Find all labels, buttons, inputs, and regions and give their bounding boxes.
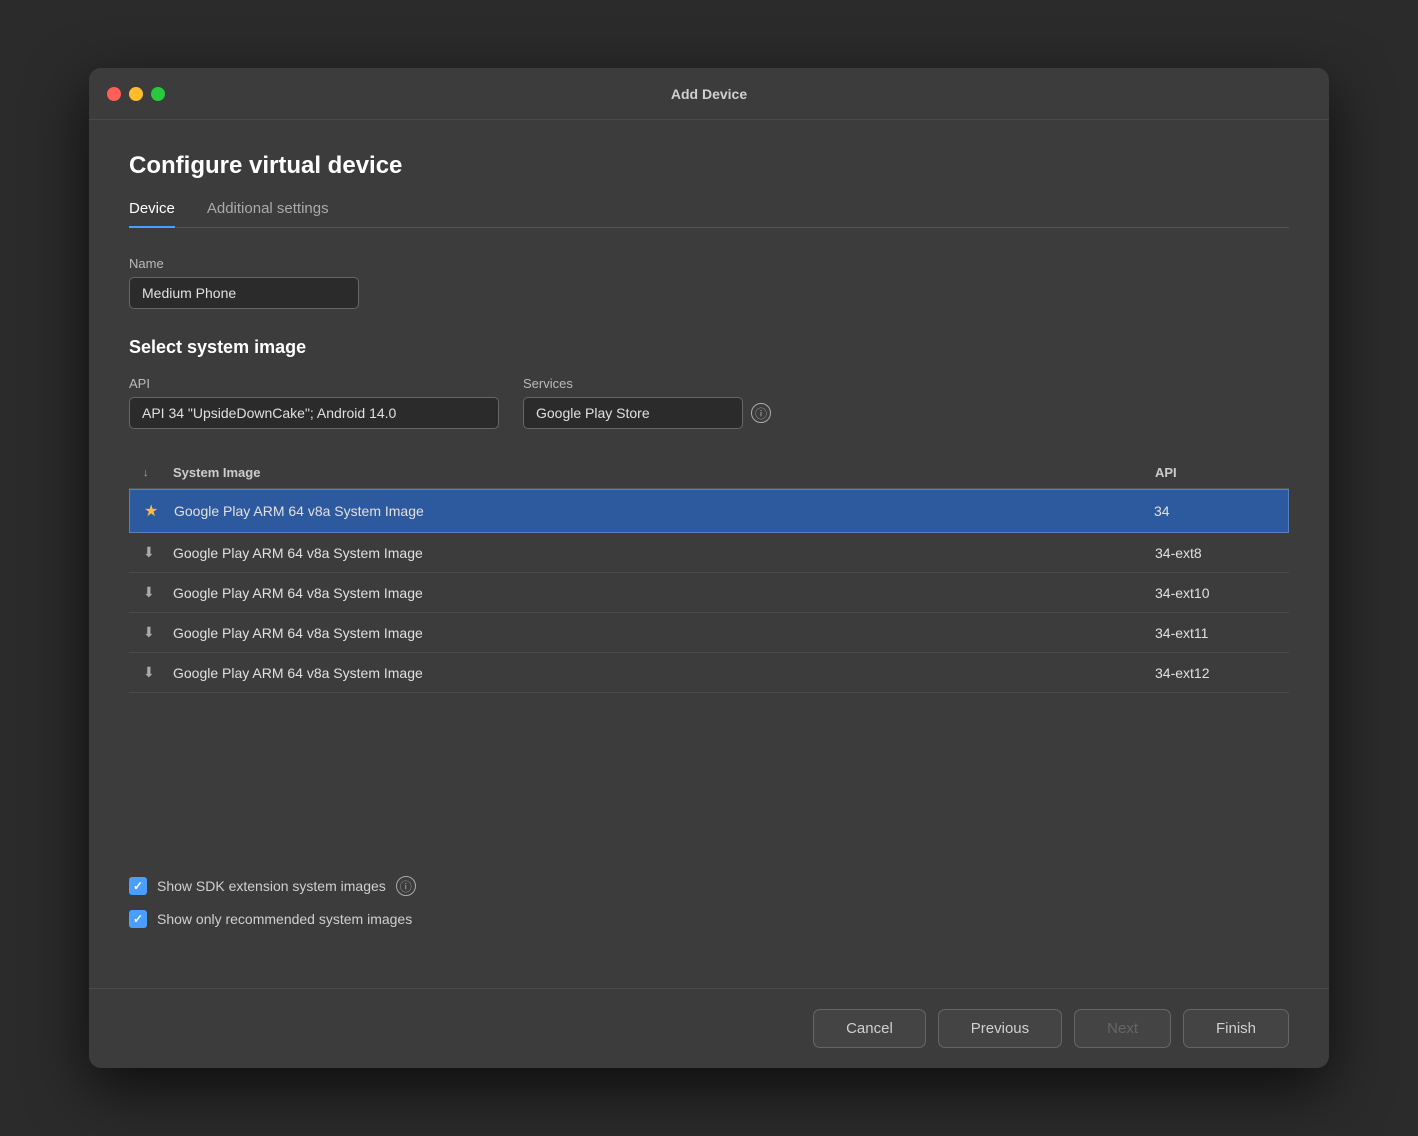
services-info-icon[interactable]: ⓘ (751, 403, 771, 423)
table-row[interactable]: ⬇ Google Play ARM 64 v8a System Image 34… (129, 533, 1289, 573)
row-api-value: 34-ext10 (1155, 585, 1275, 601)
api-select-wrapper: API 34 "UpsideDownCake"; Android 14.0 (129, 397, 499, 429)
row-system-image-name: Google Play ARM 64 v8a System Image (173, 625, 1155, 641)
recommended-only-label: Show only recommended system images (157, 911, 412, 927)
sort-column-header[interactable]: ↓ (143, 467, 173, 479)
row-api-value: 34-ext11 (1155, 625, 1275, 641)
cancel-button[interactable]: Cancel (813, 1009, 926, 1048)
table-header: ↓ System Image API (129, 457, 1289, 489)
checkboxes-container: Show SDK extension system images ⓘ Show … (129, 876, 1289, 928)
tab-additional-settings[interactable]: Additional settings (207, 200, 329, 227)
star-icon: ★ (144, 501, 174, 521)
tab-device[interactable]: Device (129, 200, 175, 227)
download-icon: ⬇ (143, 584, 173, 601)
main-content: Configure virtual device Device Addition… (89, 120, 1329, 988)
services-select-wrapper: Google Play Store ⓘ (523, 397, 771, 429)
maximize-button[interactable] (151, 87, 165, 101)
sdk-extensions-info-icon[interactable]: ⓘ (396, 876, 416, 896)
table-row[interactable]: ⬇ Google Play ARM 64 v8a System Image 34… (129, 573, 1289, 613)
download-icon: ⬇ (143, 624, 173, 641)
api-label: API (129, 376, 499, 391)
row-system-image-name: Google Play ARM 64 v8a System Image (173, 585, 1155, 601)
sdk-extensions-checkbox[interactable] (129, 877, 147, 895)
table-row[interactable]: ⬇ Google Play ARM 64 v8a System Image 34… (129, 613, 1289, 653)
row-system-image-name: Google Play ARM 64 v8a System Image (174, 503, 1154, 519)
row-api-value: 34-ext8 (1155, 545, 1275, 561)
api-selector-group: API API 34 "UpsideDownCake"; Android 14.… (129, 376, 499, 429)
sdk-extensions-label: Show SDK extension system images (157, 878, 386, 894)
recommended-only-checkbox-row: Show only recommended system images (129, 910, 1289, 928)
tabs-container: Device Additional settings (129, 200, 1289, 228)
table-row[interactable]: ⬇ Google Play ARM 64 v8a System Image 34… (129, 653, 1289, 693)
sdk-extensions-checkbox-row: Show SDK extension system images ⓘ (129, 876, 1289, 896)
selectors-row: API API 34 "UpsideDownCake"; Android 14.… (129, 376, 1289, 429)
select-system-image-title: Select system image (129, 337, 1289, 358)
finish-button[interactable]: Finish (1183, 1009, 1289, 1048)
system-image-table-container: ↓ System Image API ★ Google Play ARM 64 … (129, 457, 1289, 856)
api-select[interactable]: API 34 "UpsideDownCake"; Android 14.0 (129, 397, 499, 429)
download-icon: ⬇ (143, 544, 173, 561)
name-column-header: System Image (173, 465, 1155, 480)
close-button[interactable] (107, 87, 121, 101)
footer: Cancel Previous Next Finish (89, 988, 1329, 1068)
window-title: Add Device (671, 86, 747, 102)
download-icon: ⬇ (143, 664, 173, 681)
row-system-image-name: Google Play ARM 64 v8a System Image (173, 545, 1155, 561)
previous-button[interactable]: Previous (938, 1009, 1062, 1048)
name-label: Name (129, 256, 1289, 271)
name-input[interactable] (129, 277, 359, 309)
api-column-header: API (1155, 465, 1275, 480)
page-title: Configure virtual device (129, 152, 1289, 180)
row-api-value: 34 (1154, 503, 1274, 519)
services-select[interactable]: Google Play Store (523, 397, 743, 429)
services-selector-group: Services Google Play Store ⓘ (523, 376, 771, 429)
services-label: Services (523, 376, 771, 391)
table-row[interactable]: ★ Google Play ARM 64 v8a System Image 34 (129, 489, 1289, 533)
add-device-window: Add Device Configure virtual device Devi… (89, 68, 1329, 1068)
recommended-only-checkbox[interactable] (129, 910, 147, 928)
row-system-image-name: Google Play ARM 64 v8a System Image (173, 665, 1155, 681)
row-api-value: 34-ext12 (1155, 665, 1275, 681)
title-bar: Add Device (89, 68, 1329, 120)
minimize-button[interactable] (129, 87, 143, 101)
next-button[interactable]: Next (1074, 1009, 1171, 1048)
traffic-lights (107, 87, 165, 101)
